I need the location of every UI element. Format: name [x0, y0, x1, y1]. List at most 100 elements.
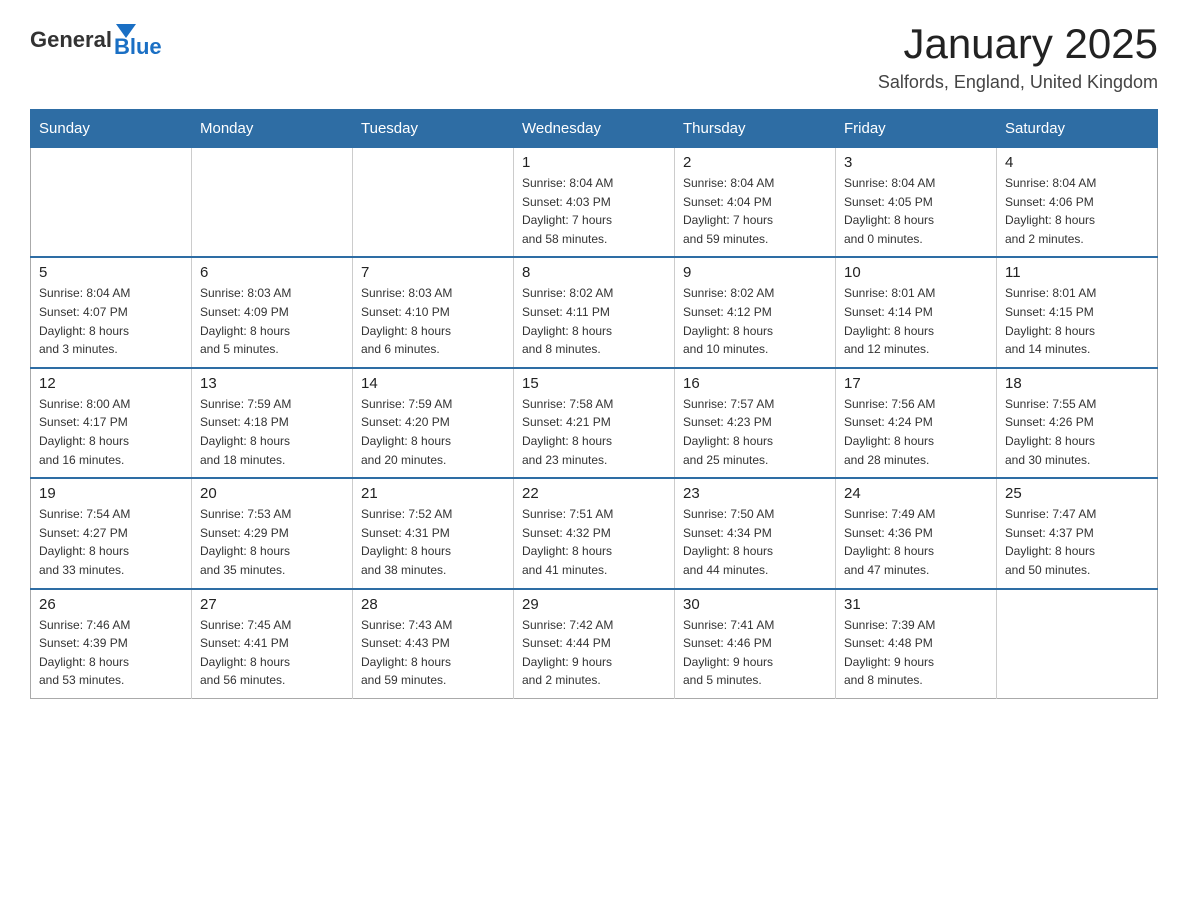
calendar-cell: 17 Sunrise: 7:56 AM Sunset: 4:24 PM Dayli… [836, 368, 997, 478]
day-info: Sunrise: 7:58 AM Sunset: 4:21 PM Dayligh… [522, 395, 666, 469]
day-info: Sunrise: 8:04 AM Sunset: 4:06 PM Dayligh… [1005, 174, 1149, 248]
day-info: Sunrise: 8:02 AM Sunset: 4:12 PM Dayligh… [683, 284, 827, 358]
day-info: Sunrise: 7:46 AM Sunset: 4:39 PM Dayligh… [39, 616, 183, 690]
calendar-cell: 30 Sunrise: 7:41 AM Sunset: 4:46 PM Dayli… [675, 589, 836, 699]
day-info: Sunrise: 8:00 AM Sunset: 4:17 PM Dayligh… [39, 395, 183, 469]
calendar-cell [353, 148, 514, 258]
day-number: 26 [39, 596, 183, 613]
calendar-cell: 29 Sunrise: 7:42 AM Sunset: 4:44 PM Dayli… [514, 589, 675, 699]
day-info: Sunrise: 7:45 AM Sunset: 4:41 PM Dayligh… [200, 616, 344, 690]
calendar-cell: 31 Sunrise: 7:39 AM Sunset: 4:48 PM Dayli… [836, 589, 997, 699]
calendar-week-row: 19Sunrise: 7:54 AM Sunset: 4:27 PM Dayli… [31, 478, 1158, 588]
calendar-cell: 19Sunrise: 7:54 AM Sunset: 4:27 PM Dayli… [31, 478, 192, 588]
calendar-cell: 22 Sunrise: 7:51 AM Sunset: 4:32 PM Dayli… [514, 478, 675, 588]
day-number: 18 [1005, 375, 1149, 392]
calendar-header-row: SundayMondayTuesdayWednesdayThursdayFrid… [31, 110, 1158, 148]
day-number: 2 [683, 154, 827, 171]
day-info: Sunrise: 7:52 AM Sunset: 4:31 PM Dayligh… [361, 505, 505, 579]
day-info: Sunrise: 7:42 AM Sunset: 4:44 PM Dayligh… [522, 616, 666, 690]
day-info: Sunrise: 7:41 AM Sunset: 4:46 PM Dayligh… [683, 616, 827, 690]
day-info: Sunrise: 7:47 AM Sunset: 4:37 PM Dayligh… [1005, 505, 1149, 579]
header-friday: Friday [836, 110, 997, 148]
calendar-cell: 26 Sunrise: 7:46 AM Sunset: 4:39 PM Dayli… [31, 589, 192, 699]
day-number: 30 [683, 596, 827, 613]
header-monday: Monday [192, 110, 353, 148]
logo: General Blue [30, 20, 162, 60]
page-header: General Blue January 2025 Salfords, Engl… [30, 20, 1158, 93]
day-info: Sunrise: 8:04 AM Sunset: 4:03 PM Dayligh… [522, 174, 666, 248]
calendar-cell: 15 Sunrise: 7:58 AM Sunset: 4:21 PM Dayli… [514, 368, 675, 478]
day-number: 8 [522, 264, 666, 281]
calendar-cell: 24 Sunrise: 7:49 AM Sunset: 4:36 PM Dayli… [836, 478, 997, 588]
day-info: Sunrise: 8:02 AM Sunset: 4:11 PM Dayligh… [522, 284, 666, 358]
day-number: 29 [522, 596, 666, 613]
day-number: 4 [1005, 154, 1149, 171]
day-number: 24 [844, 485, 988, 502]
day-info: Sunrise: 7:55 AM Sunset: 4:26 PM Dayligh… [1005, 395, 1149, 469]
day-info: Sunrise: 7:53 AM Sunset: 4:29 PM Dayligh… [200, 505, 344, 579]
calendar-cell: 8 Sunrise: 8:02 AM Sunset: 4:11 PM Daylig… [514, 257, 675, 367]
calendar-cell [192, 148, 353, 258]
day-number: 31 [844, 596, 988, 613]
calendar-cell: 27 Sunrise: 7:45 AM Sunset: 4:41 PM Dayli… [192, 589, 353, 699]
day-number: 27 [200, 596, 344, 613]
calendar-cell: 25Sunrise: 7:47 AM Sunset: 4:37 PM Dayli… [997, 478, 1158, 588]
calendar-week-row: 26 Sunrise: 7:46 AM Sunset: 4:39 PM Dayli… [31, 589, 1158, 699]
day-number: 9 [683, 264, 827, 281]
day-number: 20 [200, 485, 344, 502]
day-info: Sunrise: 7:56 AM Sunset: 4:24 PM Dayligh… [844, 395, 988, 469]
calendar-cell: 20 Sunrise: 7:53 AM Sunset: 4:29 PM Dayli… [192, 478, 353, 588]
day-info: Sunrise: 8:03 AM Sunset: 4:10 PM Dayligh… [361, 284, 505, 358]
logo-blue: Blue [114, 34, 162, 60]
calendar-cell: 1 Sunrise: 8:04 AM Sunset: 4:03 PM Daylig… [514, 148, 675, 258]
day-number: 1 [522, 154, 666, 171]
calendar-cell: 10 Sunrise: 8:01 AM Sunset: 4:14 PM Dayli… [836, 257, 997, 367]
day-number: 28 [361, 596, 505, 613]
day-info: Sunrise: 8:01 AM Sunset: 4:14 PM Dayligh… [844, 284, 988, 358]
day-number: 6 [200, 264, 344, 281]
day-number: 3 [844, 154, 988, 171]
calendar-cell [31, 148, 192, 258]
calendar-cell: 12 Sunrise: 8:00 AM Sunset: 4:17 PM Dayli… [31, 368, 192, 478]
calendar-cell: 13Sunrise: 7:59 AM Sunset: 4:18 PM Dayli… [192, 368, 353, 478]
calendar-cell: 16 Sunrise: 7:57 AM Sunset: 4:23 PM Dayli… [675, 368, 836, 478]
calendar-cell: 11Sunrise: 8:01 AM Sunset: 4:15 PM Dayli… [997, 257, 1158, 367]
day-info: Sunrise: 7:50 AM Sunset: 4:34 PM Dayligh… [683, 505, 827, 579]
day-number: 23 [683, 485, 827, 502]
day-info: Sunrise: 7:57 AM Sunset: 4:23 PM Dayligh… [683, 395, 827, 469]
day-info: Sunrise: 7:49 AM Sunset: 4:36 PM Dayligh… [844, 505, 988, 579]
day-number: 14 [361, 375, 505, 392]
calendar-title: January 2025 [878, 20, 1158, 68]
header-thursday: Thursday [675, 110, 836, 148]
calendar-cell: 28Sunrise: 7:43 AM Sunset: 4:43 PM Dayli… [353, 589, 514, 699]
day-info: Sunrise: 7:59 AM Sunset: 4:18 PM Dayligh… [200, 395, 344, 469]
calendar-table: SundayMondayTuesdayWednesdayThursdayFrid… [30, 109, 1158, 699]
day-info: Sunrise: 8:04 AM Sunset: 4:05 PM Dayligh… [844, 174, 988, 248]
logo-general: General [30, 27, 112, 53]
day-number: 5 [39, 264, 183, 281]
day-number: 22 [522, 485, 666, 502]
calendar-week-row: 12 Sunrise: 8:00 AM Sunset: 4:17 PM Dayli… [31, 368, 1158, 478]
calendar-cell: 18 Sunrise: 7:55 AM Sunset: 4:26 PM Dayli… [997, 368, 1158, 478]
calendar-cell: 9 Sunrise: 8:02 AM Sunset: 4:12 PM Daylig… [675, 257, 836, 367]
day-number: 7 [361, 264, 505, 281]
day-number: 12 [39, 375, 183, 392]
day-info: Sunrise: 8:01 AM Sunset: 4:15 PM Dayligh… [1005, 284, 1149, 358]
day-number: 16 [683, 375, 827, 392]
day-info: Sunrise: 7:59 AM Sunset: 4:20 PM Dayligh… [361, 395, 505, 469]
calendar-cell: 6Sunrise: 8:03 AM Sunset: 4:09 PM Daylig… [192, 257, 353, 367]
calendar-cell: 2 Sunrise: 8:04 AM Sunset: 4:04 PM Daylig… [675, 148, 836, 258]
day-number: 15 [522, 375, 666, 392]
day-number: 17 [844, 375, 988, 392]
calendar-cell: 5Sunrise: 8:04 AM Sunset: 4:07 PM Daylig… [31, 257, 192, 367]
day-info: Sunrise: 8:04 AM Sunset: 4:04 PM Dayligh… [683, 174, 827, 248]
title-section: January 2025 Salfords, England, United K… [878, 20, 1158, 93]
day-number: 19 [39, 485, 183, 502]
calendar-subtitle: Salfords, England, United Kingdom [878, 72, 1158, 93]
day-number: 10 [844, 264, 988, 281]
header-wednesday: Wednesday [514, 110, 675, 148]
day-info: Sunrise: 7:39 AM Sunset: 4:48 PM Dayligh… [844, 616, 988, 690]
day-info: Sunrise: 7:51 AM Sunset: 4:32 PM Dayligh… [522, 505, 666, 579]
calendar-cell: 21 Sunrise: 7:52 AM Sunset: 4:31 PM Dayli… [353, 478, 514, 588]
day-number: 21 [361, 485, 505, 502]
